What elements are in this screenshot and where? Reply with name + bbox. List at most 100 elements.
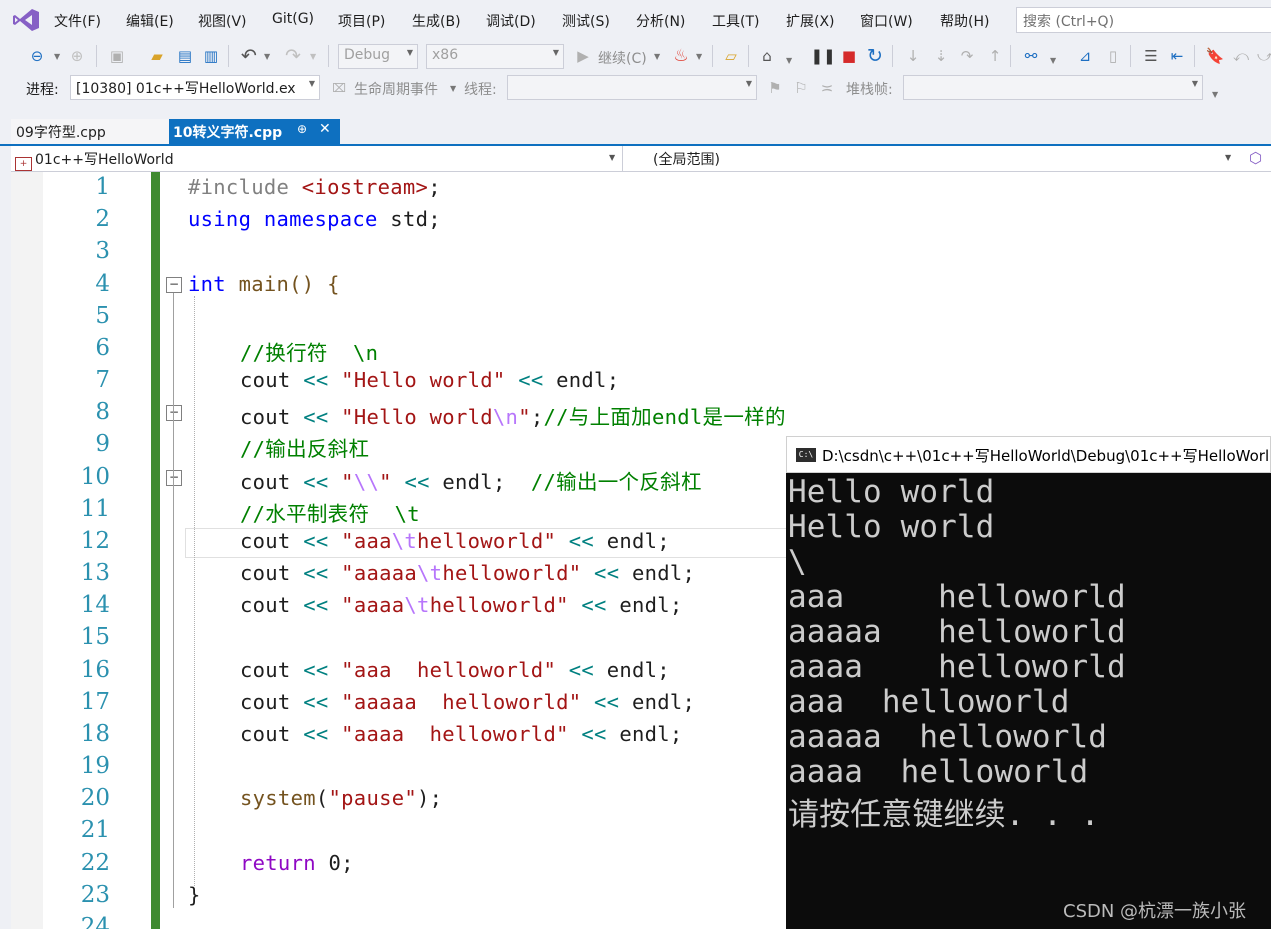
thread-label: 线程:	[464, 82, 497, 98]
tab-10-escape-chars[interactable]: 10转义字符.cpp ⊕ ✕	[169, 119, 340, 144]
collapse-comment-icon[interactable]: −	[166, 405, 182, 421]
collapse-comment-icon[interactable]: −	[166, 470, 182, 486]
console-window[interactable]: C:\ D:\csdn\c++\01c++写HelloWorld\Debug\0…	[786, 436, 1271, 929]
collapse-main-icon[interactable]: −	[166, 277, 182, 293]
menu-help[interactable]: 帮助(H)	[940, 11, 989, 31]
member-dropdown-icon[interactable]: ⬡	[1249, 149, 1262, 167]
find-in-files-icon[interactable]: ▱	[720, 45, 742, 67]
platform-value: x86	[432, 47, 459, 63]
lifecycle-events-icon[interactable]: ⌧	[328, 77, 350, 99]
stop-icon[interactable]: ■	[838, 45, 860, 67]
hot-reload-icon[interactable]: ♨	[670, 45, 692, 67]
process-select[interactable]: [10380] 01c++写HelloWorld.ex ▼	[70, 75, 320, 100]
pause-icon[interactable]: ❚❚	[810, 45, 835, 67]
chevron-down-icon[interactable]: ▼	[264, 52, 270, 61]
thread-group-icon[interactable]: ≍	[816, 77, 838, 99]
stack-frame-select[interactable]: ▼	[903, 75, 1203, 100]
toggle-comment-icon[interactable]: ▯	[1102, 45, 1124, 67]
flag-thread-icon[interactable]: ⚑	[764, 77, 786, 99]
menu-file[interactable]: 文件(F)	[54, 11, 101, 31]
thread-select[interactable]: ▼	[507, 75, 757, 100]
console-output-line: 请按任意键继续. . .	[788, 797, 1100, 833]
open-folder-icon[interactable]: ▰	[146, 45, 168, 67]
tab-09-char-type[interactable]: 09字符型.cpp	[11, 119, 169, 144]
line-number: 15	[80, 624, 110, 650]
code-line-6: //换行符 \n	[240, 341, 379, 365]
project-dropdown[interactable]: +01c++写HelloWorld ▼	[11, 146, 623, 171]
menu-edit[interactable]: 编辑(E)	[126, 11, 174, 31]
save-icon[interactable]: ▤	[174, 45, 196, 67]
step-back-icon[interactable]: ↷	[956, 45, 978, 67]
chevron-down-icon[interactable]: ▼	[786, 56, 792, 65]
console-output-line: aaaa helloworld	[788, 754, 1089, 790]
step-over-icon[interactable]: ⇣	[930, 45, 952, 67]
toolbar-separator	[748, 45, 749, 67]
project-name: 01c++写HelloWorld	[35, 152, 174, 168]
redo-icon[interactable]: ↷	[282, 45, 304, 67]
chevron-down-icon[interactable]: ▼	[54, 52, 60, 61]
line-number: 16	[80, 657, 110, 683]
code-map-icon[interactable]: ⚯	[1020, 45, 1042, 67]
menu-view[interactable]: 视图(V)	[198, 11, 247, 31]
save-all-icon[interactable]: ▥	[200, 45, 222, 67]
code-line-7: cout << "Hello world" << endl;	[240, 368, 620, 392]
continue-button[interactable]: 继续(C)	[598, 48, 647, 68]
visual-studio-logo-icon	[13, 9, 39, 31]
pin-tab-icon[interactable]: ⊕	[297, 122, 307, 136]
undo-icon[interactable]: ↶	[238, 45, 260, 67]
chevron-down-icon[interactable]: ▼	[450, 84, 456, 93]
solution-config-select[interactable]: Debug ▼	[338, 44, 418, 69]
menu-test[interactable]: 测试(S)	[562, 11, 610, 31]
chevron-down-icon[interactable]: ▼	[654, 52, 660, 61]
restart-icon[interactable]: ↻	[864, 45, 886, 67]
platform-select[interactable]: x86 ▼	[426, 44, 564, 69]
code-line-17: cout << "aaaaa helloworld" << endl;	[240, 690, 696, 714]
new-project-icon[interactable]: ▣	[106, 45, 128, 67]
line-number: 11	[80, 496, 110, 522]
play-icon[interactable]: ▶	[572, 45, 594, 67]
code-line-1: #include <iostream>;	[188, 175, 441, 199]
console-title-bar[interactable]: C:\ D:\csdn\c++\01c++写HelloWorld\Debug\0…	[786, 436, 1271, 473]
scope-dropdown[interactable]: (全局范围) ▼	[637, 146, 1249, 171]
code-line-23: }	[188, 883, 201, 907]
menu-git[interactable]: Git(G)	[272, 11, 314, 27]
code-line-2: using namespace std;	[188, 207, 441, 231]
breakpoint-settings-icon[interactable]: ⊿	[1074, 45, 1096, 67]
application-insights-icon[interactable]: ⌂	[756, 45, 778, 67]
chevron-down-icon: ▼	[308, 79, 315, 88]
line-number: 7	[95, 367, 110, 393]
console-icon: C:\	[796, 448, 816, 462]
lifecycle-events-button[interactable]: 生命周期事件	[354, 79, 438, 99]
menu-debug[interactable]: 调试(D)	[486, 11, 536, 31]
toolbar-overflow-icon[interactable]: ▼	[1212, 90, 1218, 99]
search-input[interactable]: 搜索 (Ctrl+Q)	[1016, 7, 1271, 33]
previous-bookmark-icon[interactable]: ⤺	[1230, 45, 1252, 67]
flag-all-threads-icon[interactable]: ⚐	[790, 77, 812, 99]
outdent-icon[interactable]: ⇤	[1166, 45, 1188, 67]
chevron-down-icon[interactable]: ▼	[310, 52, 316, 61]
close-tab-icon[interactable]: ✕	[319, 121, 331, 137]
navigate-back-icon[interactable]: ⊖	[26, 45, 48, 67]
navigate-forward-icon[interactable]: ⊕	[66, 45, 88, 67]
code-line-8: cout << "Hello world\n";//与上面加endl是一样的	[240, 405, 786, 429]
code-line-18: cout << "aaaa helloworld" << endl;	[240, 722, 683, 746]
chevron-down-icon[interactable]: ▼	[1050, 56, 1056, 65]
step-out-icon[interactable]: ↑	[984, 45, 1006, 67]
console-output-line: aaaaa helloworld	[788, 719, 1107, 755]
code-line-12: cout << "aaa\thelloworld" << endl;	[240, 529, 670, 553]
menu-extensions[interactable]: 扩展(X)	[786, 11, 835, 31]
indent-icon[interactable]: ☰	[1140, 45, 1162, 67]
menu-build[interactable]: 生成(B)	[412, 11, 461, 31]
step-into-icon[interactable]: ↓	[902, 45, 924, 67]
chevron-down-icon[interactable]: ▼	[696, 52, 702, 61]
line-number: 4	[95, 271, 110, 297]
tab-label: 10转义字符.cpp	[173, 125, 283, 141]
menu-window[interactable]: 窗口(W)	[860, 11, 913, 31]
line-number: 5	[95, 303, 110, 329]
menu-tools[interactable]: 工具(T)	[712, 11, 759, 31]
bookmark-icon[interactable]: 🔖	[1204, 45, 1226, 67]
code-line-14: cout << "aaaa\thelloworld" << endl;	[240, 593, 683, 617]
menu-analyze[interactable]: 分析(N)	[636, 11, 685, 31]
menu-project[interactable]: 项目(P)	[338, 11, 385, 31]
next-bookmark-icon[interactable]: ⤻	[1254, 45, 1271, 67]
